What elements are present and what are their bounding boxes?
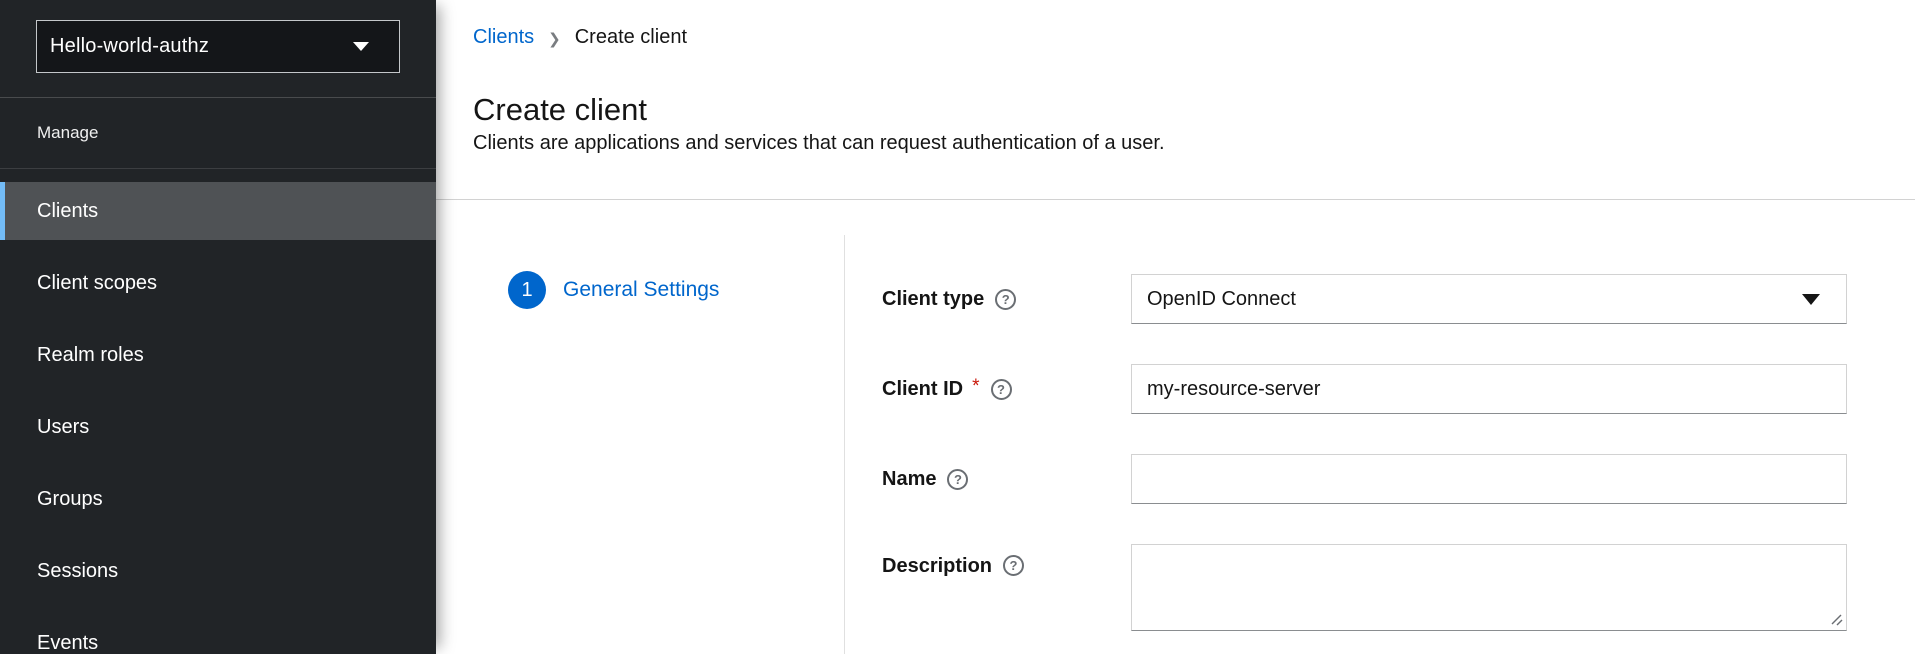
name-label: Name <box>882 468 936 491</box>
realm-selector-section: Hello-world-authz <box>0 0 436 98</box>
required-indicator: * <box>972 376 979 398</box>
form-row-name: Name ? <box>882 454 1847 504</box>
description-label-group: Description ? <box>882 544 1131 631</box>
sidebar-item-label: Users <box>37 416 89 439</box>
client-type-label: Client type <box>882 288 984 311</box>
description-label: Description <box>882 555 992 578</box>
sidebar-item-label: Clients <box>37 200 98 223</box>
help-icon[interactable]: ? <box>995 289 1016 310</box>
breadcrumb-clients-link[interactable]: Clients <box>473 26 534 49</box>
sidebar-item-groups[interactable]: Groups <box>0 470 436 528</box>
caret-down-icon <box>1802 294 1820 305</box>
main-content: Clients ❯ Create client Create client Cl… <box>436 0 1915 654</box>
client-type-select[interactable]: OpenID Connect <box>1131 274 1847 324</box>
sidebar-item-clients[interactable]: Clients <box>0 182 436 240</box>
breadcrumb-current: Create client <box>575 26 687 49</box>
name-input[interactable] <box>1131 454 1847 504</box>
nav-list: Clients Client scopes Realm roles Users … <box>0 169 436 654</box>
client-id-label-group: Client ID * ? <box>882 364 1131 414</box>
page-subtitle: Clients are applications and services th… <box>473 132 1165 155</box>
form-row-client-type: Client type ? OpenID Connect <box>882 274 1847 324</box>
page-header: Clients ❯ Create client Create client Cl… <box>436 0 1915 200</box>
description-textarea[interactable] <box>1131 544 1847 631</box>
wizard-nav: 1 General Settings <box>436 235 845 654</box>
client-type-label-group: Client type ? <box>882 274 1131 324</box>
sidebar-item-label: Events <box>37 632 98 654</box>
help-icon[interactable]: ? <box>1003 555 1024 576</box>
form-row-description: Description ? <box>882 544 1847 631</box>
client-id-label: Client ID <box>882 378 963 401</box>
caret-down-icon <box>353 42 369 51</box>
page-title: Create client <box>473 92 647 128</box>
form-row-client-id: Client ID * ? <box>882 364 1847 414</box>
sidebar: Hello-world-authz Manage Clients Client … <box>0 0 436 654</box>
name-label-group: Name ? <box>882 454 1131 504</box>
help-icon[interactable]: ? <box>947 469 968 490</box>
sidebar-item-label: Groups <box>37 488 103 511</box>
sidebar-item-client-scopes[interactable]: Client scopes <box>0 254 436 312</box>
breadcrumb: Clients ❯ Create client <box>473 26 687 49</box>
client-id-input[interactable] <box>1131 364 1847 414</box>
client-type-selected-value: OpenID Connect <box>1147 288 1296 311</box>
sidebar-item-label: Sessions <box>37 560 118 583</box>
nav-section-header: Manage <box>0 98 436 169</box>
nav-section-title: Manage <box>37 123 98 143</box>
realm-selector-label: Hello-world-authz <box>50 35 209 58</box>
step-number-badge: 1 <box>508 271 546 309</box>
sidebar-item-label: Realm roles <box>37 344 144 367</box>
wizard-step-general-settings[interactable]: 1 General Settings <box>508 271 844 309</box>
sidebar-item-label: Client scopes <box>37 272 157 295</box>
chevron-right-icon: ❯ <box>548 30 561 48</box>
sidebar-item-sessions[interactable]: Sessions <box>0 542 436 600</box>
sidebar-item-realm-roles[interactable]: Realm roles <box>0 326 436 384</box>
wizard-step-label: General Settings <box>563 278 719 302</box>
wizard: 1 General Settings Client type ? OpenID … <box>436 235 1915 654</box>
help-icon[interactable]: ? <box>991 379 1012 400</box>
realm-selector[interactable]: Hello-world-authz <box>36 20 400 73</box>
create-client-form: Client type ? OpenID Connect Client ID *… <box>845 235 1915 654</box>
resize-handle-icon[interactable] <box>1829 612 1843 626</box>
sidebar-item-events[interactable]: Events <box>0 614 436 654</box>
sidebar-item-users[interactable]: Users <box>0 398 436 456</box>
